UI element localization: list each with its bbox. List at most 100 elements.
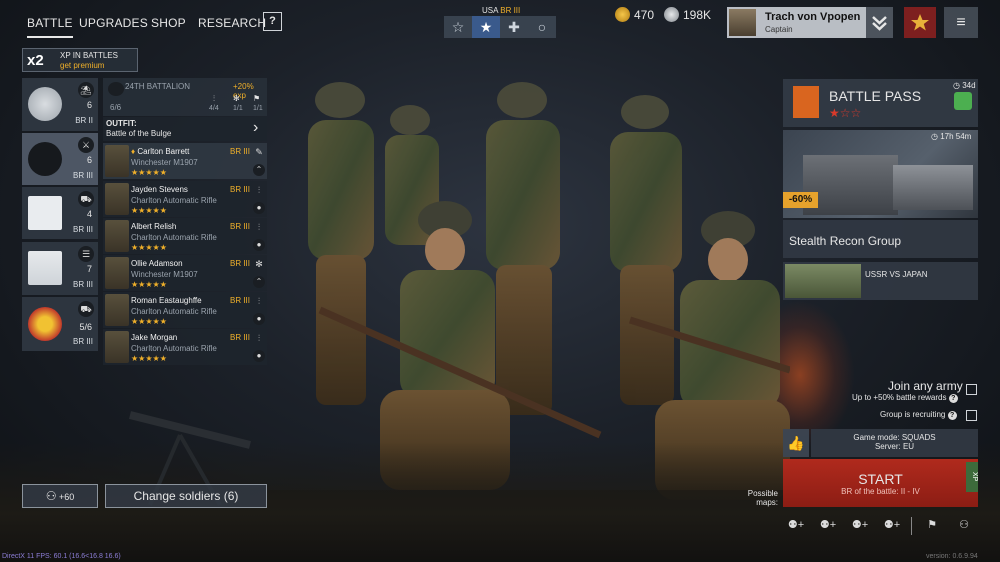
get-premium-link[interactable]: get premium bbox=[60, 61, 104, 70]
tank-icon: ⛟ bbox=[78, 301, 94, 317]
soldier-weapon: Winchester M1907 bbox=[131, 270, 198, 279]
squad-count: 7 bbox=[86, 264, 92, 274]
soldier-br: BR III bbox=[230, 185, 251, 194]
ammo-icon[interactable]: ⫶ bbox=[253, 185, 265, 197]
infantry-emblem-icon bbox=[28, 142, 62, 176]
ammo-icon[interactable]: ⫶ bbox=[253, 222, 265, 234]
invite-player-icon[interactable]: ⚉+ bbox=[883, 518, 901, 534]
soldier-row[interactable]: Jake Morgan Charlton Automatic Rifle ★★★… bbox=[103, 329, 267, 365]
army-br: BR III bbox=[500, 6, 521, 15]
silver-currency[interactable]: 198K bbox=[664, 7, 711, 22]
help-button[interactable]: ? bbox=[263, 12, 282, 31]
rifle-slot-icon: ⫶ bbox=[213, 94, 215, 103]
wrench-icon[interactable]: ✎ bbox=[253, 147, 265, 159]
event-label: USSR VS JAPAN bbox=[865, 270, 928, 279]
army-selector: ☆ ★ ✚ ○ bbox=[444, 16, 556, 38]
promo-title[interactable]: Stealth Recon Group bbox=[783, 220, 978, 258]
tab-upgrades[interactable]: UPGRADES bbox=[79, 16, 148, 30]
join-any-army-checkbox[interactable] bbox=[966, 384, 977, 395]
red-star-insignia-icon bbox=[911, 14, 929, 31]
start-button[interactable]: START BR of the battle: II - IV bbox=[783, 459, 978, 507]
soldier-stars: ★★★★★ bbox=[131, 168, 167, 177]
flag-icon[interactable]: ⚑ bbox=[923, 518, 941, 534]
grenade-icon[interactable]: ● bbox=[253, 202, 265, 214]
soldier-stars: ★★★★★ bbox=[131, 317, 167, 326]
soldier-name: Ollie Adamson bbox=[131, 259, 183, 268]
tab-shop[interactable]: SHOP bbox=[151, 16, 186, 30]
rank-chevron-button[interactable] bbox=[866, 7, 893, 38]
possible-maps-link[interactable]: Possible maps: bbox=[740, 489, 778, 507]
join-bonus-text: Up to +50% battle rewards ? bbox=[852, 393, 958, 403]
ammo-icon[interactable]: ⫶ bbox=[253, 296, 265, 308]
squad-card[interactable]: ☰ 7 BR III bbox=[22, 242, 98, 295]
soldier-portrait bbox=[105, 331, 129, 363]
gold-currency[interactable]: 470 bbox=[615, 7, 654, 22]
chevron-up-icon[interactable]: ⌃ bbox=[253, 276, 265, 288]
rank-chevron-icon bbox=[872, 16, 887, 31]
help-icon[interactable]: ? bbox=[948, 394, 958, 403]
soldier-row[interactable]: Ollie Adamson Winchester M1907 ★★★★★ BR … bbox=[103, 255, 267, 291]
fortress-emblem-icon bbox=[28, 196, 62, 230]
grenade-icon[interactable]: ● bbox=[253, 239, 265, 251]
star-badge-icon[interactable]: ★ bbox=[472, 16, 500, 38]
soldier-row[interactable]: Roman Eastaughffe Charlton Automatic Rif… bbox=[103, 292, 267, 328]
star-outline-icon[interactable]: ☆ bbox=[444, 16, 472, 38]
event-card[interactable]: USSR VS JAPAN bbox=[783, 262, 978, 300]
xp-premium-banner[interactable]: x2 XP IN BATTLES get premium bbox=[22, 48, 138, 72]
xp-text: XP IN BATTLES bbox=[60, 51, 118, 60]
battle-pass-card[interactable]: BATTLE PASS ★☆☆ ◷ 34d bbox=[783, 79, 978, 127]
squad-card[interactable]: ⛱ 6 BR II bbox=[22, 78, 98, 131]
battalion-header: 24TH BATTALION +20% exp 6/6 ⫶ ✻ ⚑ 4/4 1/… bbox=[103, 78, 267, 116]
circle-icon[interactable]: ○ bbox=[528, 16, 556, 38]
soldier-row[interactable]: ♦ Carlton Barrett Winchester M1907 ★★★★★… bbox=[103, 143, 267, 179]
squad-count: 4 bbox=[86, 209, 92, 219]
game-info-panel[interactable]: Game mode: SQUADS Server: EU bbox=[811, 429, 978, 457]
squad-card-selected[interactable]: ⚔ 6 BR III bbox=[22, 133, 98, 185]
outfit-selector[interactable]: OUTFIT: Battle of the Bulge › bbox=[103, 117, 267, 141]
group-recruiting-checkbox[interactable] bbox=[966, 410, 977, 421]
invite-player-icon[interactable]: ⚉+ bbox=[819, 518, 837, 534]
squad-card[interactable]: ⛟ 4 BR III bbox=[22, 187, 98, 239]
battle-pass-stars: ★☆☆ bbox=[829, 106, 862, 120]
squad-card[interactable]: ⛟ 5/6 BR III bbox=[22, 297, 98, 351]
stat-medic: 1/1 bbox=[253, 105, 263, 112]
avatar bbox=[729, 9, 756, 36]
battle-pass-emblem-icon bbox=[793, 86, 819, 118]
invite-player-icon[interactable]: ⚉+ bbox=[851, 518, 869, 534]
battalion-icon bbox=[108, 82, 124, 96]
grenade-icon[interactable]: ● bbox=[253, 350, 265, 362]
help-icon[interactable]: ? bbox=[947, 411, 957, 420]
change-soldiers-button[interactable]: Change soldiers (6) bbox=[105, 484, 267, 508]
ammo-icon[interactable]: ⫶ bbox=[253, 333, 265, 345]
invite-player-icon[interactable]: ⚉+ bbox=[787, 518, 805, 534]
promo-card[interactable]: ◷ 17h 54m -60% bbox=[783, 130, 978, 218]
add-soldiers-button[interactable]: ⚇ +60 bbox=[22, 484, 98, 508]
menu-hamburger-icon[interactable]: ≡ bbox=[944, 7, 978, 38]
squad-group-icon[interactable]: ⚇ bbox=[955, 518, 973, 534]
soldier-row[interactable]: Albert Relish Charlton Automatic Rifle ★… bbox=[103, 218, 267, 254]
xp-boost-tag[interactable]: XP bbox=[966, 462, 978, 492]
army-nation: USA bbox=[482, 6, 499, 15]
thumbs-up-icon[interactable]: 👍 bbox=[783, 429, 809, 457]
clock-icon: ◷ bbox=[931, 132, 941, 141]
group-icon: ⚇ bbox=[45, 489, 57, 503]
medic-slot-icon: ⚑ bbox=[253, 94, 261, 103]
engineer-icon[interactable]: ✻ bbox=[253, 259, 265, 271]
promo-discount-badge: -60% bbox=[783, 192, 818, 208]
gold-coin-icon bbox=[615, 7, 630, 22]
chevron-up-icon[interactable]: ⌃ bbox=[253, 164, 265, 176]
squad-br: BR III bbox=[72, 337, 93, 346]
start-br-info: BR of the battle: II - IV bbox=[841, 487, 920, 496]
outfit-name: Battle of the Bulge bbox=[106, 129, 172, 138]
tab-research[interactable]: RESEARCH bbox=[198, 16, 266, 30]
grenade-icon[interactable]: ● bbox=[253, 313, 265, 325]
soldier-name: Jake Morgan bbox=[131, 333, 178, 342]
stat-riflemen: 4/4 bbox=[209, 105, 219, 112]
soldier-name: Roman Eastaughffe bbox=[131, 296, 202, 305]
army-insignia-button[interactable] bbox=[904, 7, 936, 38]
chevron-right-icon: › bbox=[253, 119, 259, 136]
tab-battle[interactable]: BATTLE bbox=[27, 16, 73, 38]
cross-icon[interactable]: ✚ bbox=[500, 16, 528, 38]
group-recruiting-text: Group is recruiting ? bbox=[880, 410, 957, 420]
soldier-row[interactable]: Jayden Stevens Charlton Automatic Rifle … bbox=[103, 181, 267, 217]
